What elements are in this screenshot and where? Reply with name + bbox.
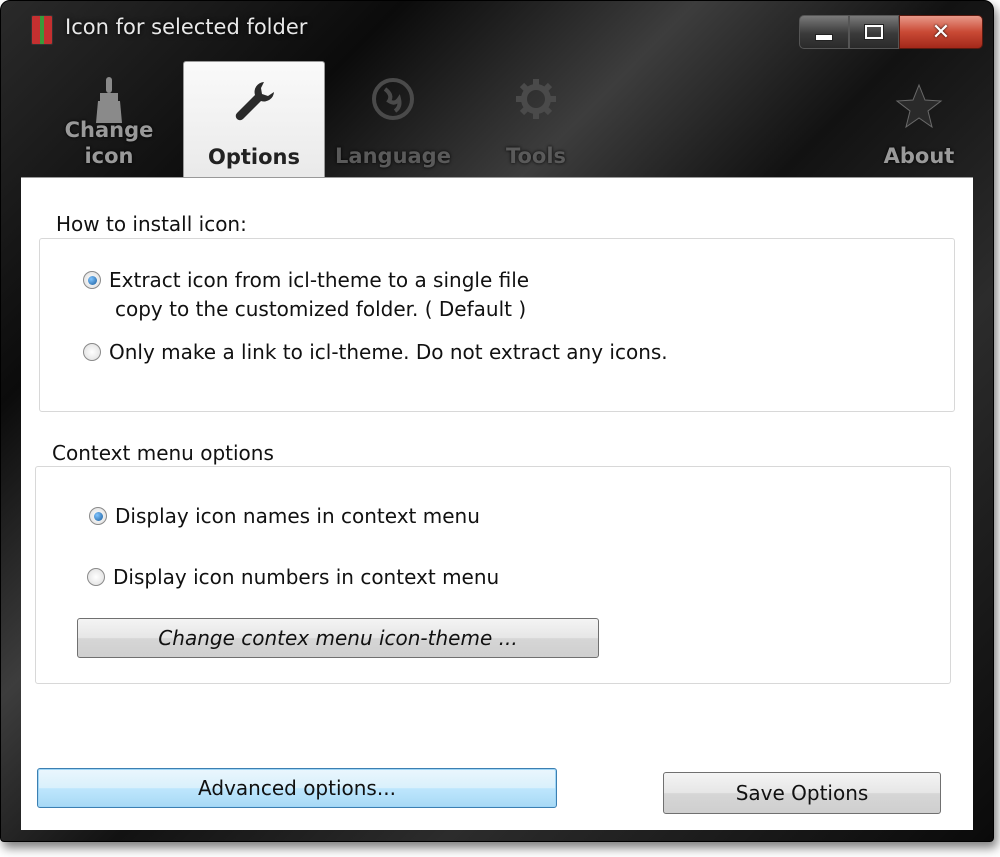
globe-icon (371, 77, 415, 130)
close-icon: ✕ (931, 19, 951, 45)
star-icon (895, 83, 943, 138)
tab-language[interactable]: Language (323, 61, 463, 179)
save-options-button[interactable]: Save Options (663, 772, 941, 814)
radio-link-label: Only make a link to icl-theme. Do not ex… (109, 340, 668, 364)
radio-numbers-label: Display icon numbers in context menu (113, 565, 500, 589)
tab-options[interactable]: Options (183, 61, 325, 180)
radio-names-label: Display icon names in context menu (115, 504, 480, 528)
radio-display-numbers[interactable]: Display icon numbers in context menu (87, 563, 499, 592)
context-group-title: Context menu options (49, 441, 277, 465)
radio-display-names[interactable]: Display icon names in context menu (89, 502, 480, 531)
extract-label-line1: Extract icon from icl-theme to a single … (109, 268, 530, 292)
tab-label: Language (335, 144, 451, 168)
paintbrush-icon (92, 77, 126, 134)
window-controls: ✕ (799, 15, 983, 49)
tab-label: Options (208, 145, 300, 169)
wrench-icon (231, 78, 277, 133)
options-panel: How to install icon: Extract icon from i… (21, 177, 973, 830)
app-window: Icon for selected folder ✕ Change icon O… (0, 0, 994, 842)
minimize-button[interactable] (799, 15, 849, 49)
extract-label-line2: copy to the customized folder. ( Default… (115, 297, 527, 321)
gear-icon (514, 77, 558, 130)
tab-change-icon[interactable]: Change icon (39, 61, 179, 179)
radio-extract-label: Extract icon from icl-theme to a single … (109, 266, 529, 324)
maximize-icon (864, 24, 884, 40)
tab-about[interactable]: About (849, 61, 989, 179)
maximize-button[interactable] (849, 15, 899, 49)
radio-link-option[interactable]: Only make a link to icl-theme. Do not ex… (83, 338, 668, 367)
radio-button-selected[interactable] (89, 507, 107, 525)
change-context-theme-button[interactable]: Change contex menu icon-theme ... (77, 618, 599, 658)
install-group-title: How to install icon: (53, 212, 250, 236)
tab-tools[interactable]: Tools (466, 61, 606, 179)
minimize-icon (815, 33, 833, 41)
radio-button[interactable] (87, 568, 105, 586)
tab-label: Tools (505, 144, 567, 168)
close-button[interactable]: ✕ (899, 15, 983, 49)
advanced-options-button[interactable]: Advanced options... (37, 768, 557, 808)
radio-extract-option[interactable]: Extract icon from icl-theme to a single … (83, 266, 529, 324)
tab-label: About (883, 144, 955, 168)
app-logo-icon (31, 15, 53, 45)
radio-button[interactable] (83, 343, 101, 361)
radio-button-selected[interactable] (83, 271, 101, 289)
install-method-group (39, 238, 955, 412)
window-title: Icon for selected folder (65, 15, 308, 39)
